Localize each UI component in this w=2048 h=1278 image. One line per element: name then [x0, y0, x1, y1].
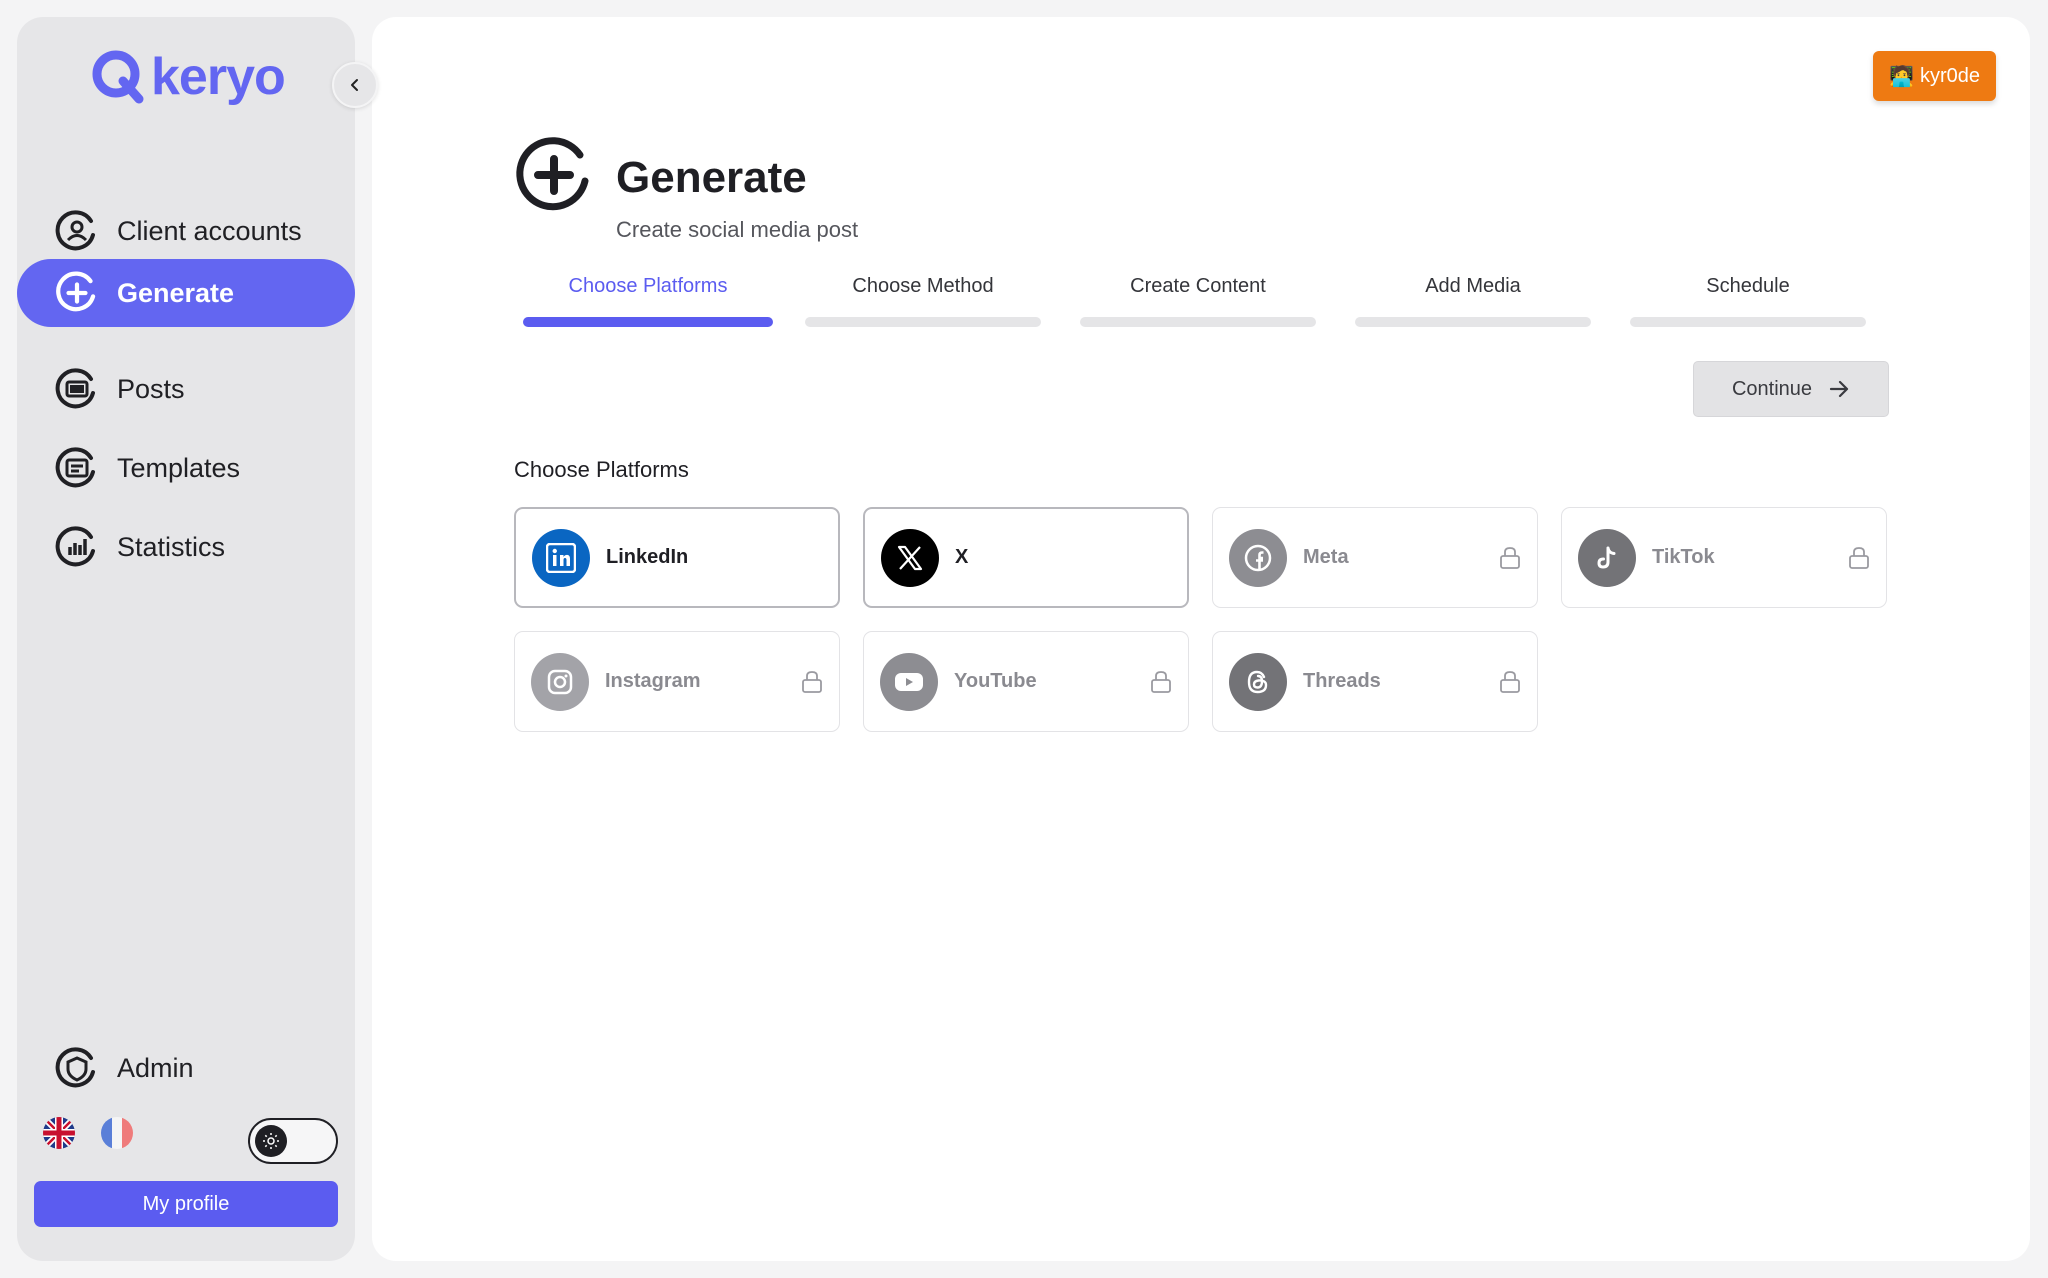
french-flag-icon[interactable] [101, 1117, 133, 1149]
sidebar-item-label: Generate [117, 277, 235, 308]
platform-card-threads[interactable]: Threads [1212, 631, 1538, 732]
platform-name: LinkedIn [606, 546, 689, 568]
step-progress-bar [523, 317, 773, 327]
platform-card-linkedin[interactable]: LinkedIn [514, 507, 840, 608]
sidebar-item-client-accounts[interactable]: Client accounts [17, 197, 355, 265]
main-panel: 🧑‍💻 kyr0de Generate Create social media … [372, 17, 2030, 1261]
continue-button[interactable]: Continue [1693, 361, 1889, 417]
step-add-media[interactable]: Add Media [1351, 275, 1595, 327]
page-title: Generate [616, 153, 807, 202]
shield-icon [55, 1046, 99, 1090]
step-progress-bar [1630, 317, 1866, 327]
step-choose-method[interactable]: Choose Method [801, 275, 1045, 327]
sidebar-item-label: Client accounts [117, 215, 302, 246]
lock-icon [802, 671, 822, 693]
lock-icon [1151, 671, 1171, 693]
plus-circle-icon [516, 137, 589, 211]
step-choose-platforms[interactable]: Choose Platforms [523, 275, 773, 327]
logo-icon [92, 50, 144, 104]
sidebar: keryo Client accounts Generate Posts Tem… [17, 17, 355, 1261]
logo-text: keryo [151, 48, 286, 106]
step-progress-bar [805, 317, 1041, 327]
collapse-sidebar-button[interactable] [332, 62, 378, 108]
sidebar-item-label: Admin [117, 1052, 194, 1083]
step-label: Create Content [1130, 275, 1266, 297]
platform-name: Instagram [605, 670, 701, 692]
sidebar-item-admin[interactable]: Admin [17, 1034, 355, 1102]
theme-toggle[interactable] [248, 1118, 338, 1164]
platform-card-tiktok[interactable]: TikTok [1561, 507, 1887, 608]
continue-label: Continue [1731, 377, 1813, 400]
template-icon [55, 446, 99, 490]
step-label: Choose Platforms [568, 275, 728, 297]
step-progress-bar [1355, 317, 1591, 327]
user-circle-icon [55, 209, 99, 253]
x-logo-icon [881, 528, 939, 587]
youtube-icon [880, 652, 938, 711]
step-label: Add Media [1425, 275, 1521, 297]
plus-circle-icon [55, 271, 99, 315]
platform-grid: LinkedIn X Meta TikTok Instagram YouTube… [514, 507, 1887, 732]
sidebar-item-posts[interactable]: Posts [17, 355, 355, 423]
sidebar-item-templates[interactable]: Templates [17, 434, 355, 502]
user-emoji-icon: 🧑‍💻 [1889, 65, 1914, 88]
sun-icon [255, 1125, 287, 1157]
english-flag-icon[interactable] [43, 1117, 75, 1149]
sidebar-item-label: Posts [117, 373, 185, 404]
step-schedule[interactable]: Schedule [1626, 275, 1870, 327]
platform-name: Meta [1303, 546, 1349, 568]
sidebar-item-statistics[interactable]: Statistics [17, 513, 355, 581]
tiktok-icon [1578, 528, 1636, 587]
platform-name: Threads [1303, 670, 1381, 692]
step-label: Schedule [1706, 275, 1790, 297]
step-label: Choose Method [852, 275, 994, 297]
app-logo[interactable]: keryo [89, 47, 286, 107]
instagram-icon [531, 652, 589, 711]
platform-card-instagram[interactable]: Instagram [514, 631, 840, 732]
page-subtitle: Create social media post [616, 217, 859, 242]
lock-icon [1849, 547, 1869, 569]
user-name: kyr0de [1919, 64, 1980, 87]
section-title: Choose Platforms [514, 457, 689, 482]
platform-card-meta[interactable]: Meta [1212, 507, 1538, 608]
bar-chart-icon [55, 525, 99, 569]
sidebar-item-label: Templates [117, 452, 241, 483]
threads-icon [1229, 652, 1287, 711]
stepper: Choose Platforms Choose Method Create Co… [523, 275, 1870, 327]
step-progress-bar [1080, 317, 1316, 327]
sidebar-item-label: Statistics [117, 531, 226, 562]
facebook-icon [1229, 528, 1287, 587]
user-badge[interactable]: 🧑‍💻 kyr0de [1873, 51, 1996, 101]
lock-icon [1500, 671, 1520, 693]
page-header: Generate Create social media post [514, 135, 858, 243]
platform-name: X [955, 546, 969, 568]
lock-icon [1500, 547, 1520, 569]
platform-card-youtube[interactable]: YouTube [863, 631, 1189, 732]
linkedin-icon [532, 528, 590, 587]
platform-name: TikTok [1652, 546, 1715, 568]
posts-icon [55, 367, 99, 411]
language-switcher [43, 1117, 133, 1149]
sidebar-item-generate[interactable]: Generate [17, 259, 355, 327]
chevron-left-icon [351, 79, 358, 91]
step-create-content[interactable]: Create Content [1076, 275, 1320, 327]
platform-name: YouTube [954, 670, 1037, 692]
my-profile-button[interactable]: My profile [34, 1181, 338, 1227]
platform-card-x[interactable]: X [863, 507, 1189, 608]
arrow-right-icon [1829, 380, 1849, 398]
